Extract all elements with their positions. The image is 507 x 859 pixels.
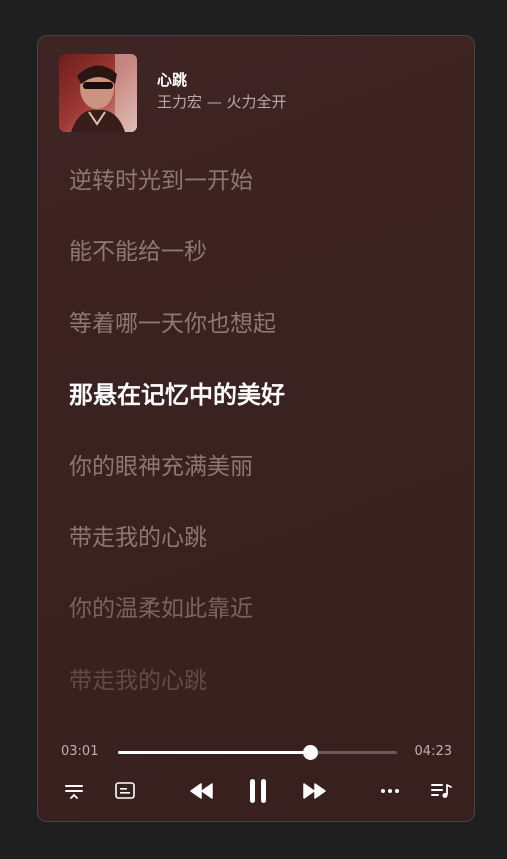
- more-icon: [381, 789, 399, 793]
- progress-bar[interactable]: [118, 745, 397, 760]
- playback-controls: [38, 774, 474, 808]
- lyric-line[interactable]: 带走我的心跳: [69, 523, 207, 553]
- current-time: 03:01: [61, 744, 99, 759]
- music-player-panel: 心跳 王力宏 — 火力全开 逆转时光到一开始 能不能给一秒 等着哪一天你也想起 …: [37, 35, 475, 822]
- album-cover[interactable]: [59, 54, 137, 132]
- artist-album[interactable]: 王力宏 — 火力全开: [157, 91, 287, 113]
- progress-fill: [118, 751, 310, 754]
- lyric-line[interactable]: 逆转时光到一开始: [69, 166, 253, 196]
- playlist-button[interactable]: [429, 774, 453, 808]
- progress-handle[interactable]: [302, 745, 318, 760]
- playback-mode-button[interactable]: [62, 774, 86, 808]
- track-meta: 心跳 王力宏 — 火力全开: [157, 70, 287, 113]
- playback-mode-icon: [65, 785, 83, 799]
- duration-time: 04:23: [414, 744, 452, 759]
- previous-button[interactable]: [188, 774, 216, 808]
- next-icon: [303, 783, 326, 799]
- lyrics-panel-icon: [115, 782, 135, 799]
- lyric-line[interactable]: 能不能给一秒: [69, 237, 207, 267]
- lyric-line[interactable]: 你的眼神充满美丽: [69, 452, 253, 482]
- lyrics-panel-button[interactable]: [113, 774, 137, 808]
- pause-icon: [250, 779, 266, 803]
- lyric-line[interactable]: 你的温柔如此靠近: [69, 594, 253, 624]
- playlist-icon: [431, 784, 452, 798]
- now-playing-header: 心跳 王力宏 — 火力全开: [59, 54, 454, 132]
- song-title[interactable]: 心跳: [157, 70, 287, 90]
- progress-row: 03:01 04:23: [61, 742, 452, 764]
- previous-icon: [190, 783, 213, 799]
- lyric-line[interactable]: 等着哪一天你也想起: [69, 309, 276, 339]
- album-cover-art: [59, 54, 137, 132]
- lyric-line-active[interactable]: 那悬在记忆中的美好: [69, 380, 285, 410]
- next-button[interactable]: [300, 774, 328, 808]
- more-button[interactable]: [379, 774, 401, 808]
- lyric-line[interactable]: 带走我的心跳: [69, 666, 207, 696]
- pause-button[interactable]: [246, 774, 270, 808]
